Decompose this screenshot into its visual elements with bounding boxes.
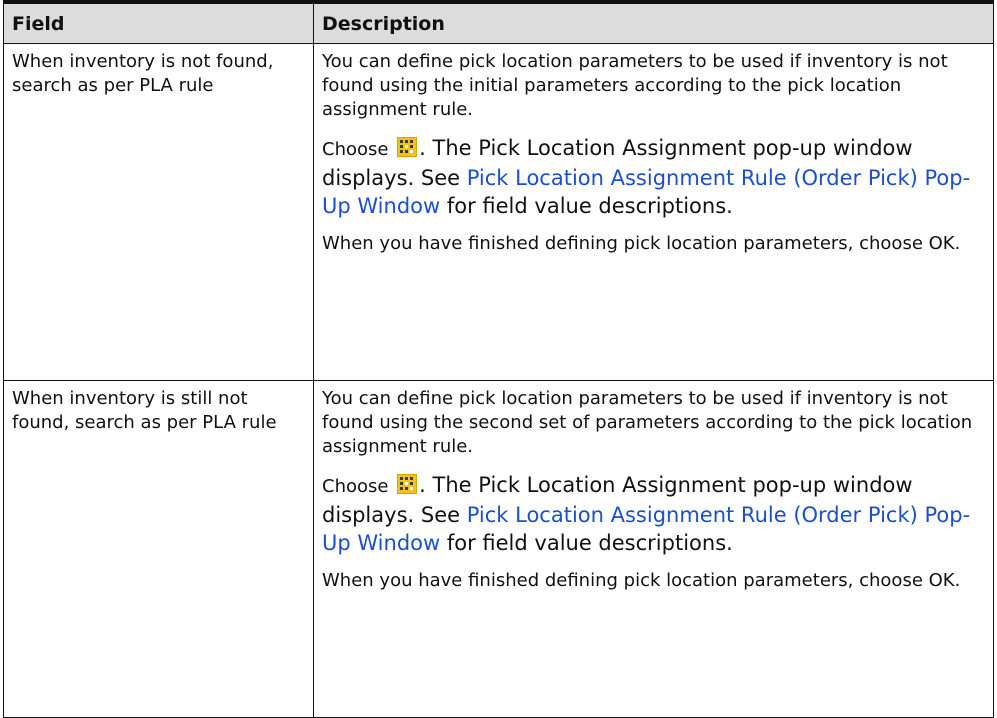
choose-paragraph: Choose . The Pick Location Assignment po…: [322, 471, 985, 557]
description-cell: You can define pick location parameters …: [313, 43, 994, 381]
table-row: When inventory is still not found, searc…: [3, 380, 994, 718]
choose-word: Choose: [322, 139, 389, 160]
choose-paragraph: Choose . The Pick Location Assignment po…: [322, 134, 985, 220]
field-cell: When inventory is not found, search as p…: [3, 43, 314, 381]
finish-paragraph: When you have finished defining pick loc…: [322, 570, 961, 591]
field-description-table: Field Description When inventory is not …: [3, 0, 994, 718]
choose-word: Choose: [322, 476, 389, 497]
finish-paragraph: When you have finished defining pick loc…: [322, 233, 961, 254]
search-config-icon[interactable]: [397, 473, 418, 494]
table-row: When inventory is not found, search as p…: [3, 43, 994, 381]
description-paragraph: You can define pick location parameters …: [322, 51, 948, 120]
after-link-text: for field value descriptions.: [440, 531, 733, 555]
search-config-icon[interactable]: [397, 136, 418, 157]
description-paragraph: You can define pick location parameters …: [322, 388, 973, 457]
table-header-row: Field Description: [3, 0, 994, 44]
after-link-text: for field value descriptions.: [440, 194, 733, 218]
header-field: Field: [3, 0, 314, 44]
description-cell: You can define pick location parameters …: [313, 380, 994, 718]
field-cell: When inventory is still not found, searc…: [3, 380, 314, 718]
header-description: Description: [313, 0, 994, 44]
